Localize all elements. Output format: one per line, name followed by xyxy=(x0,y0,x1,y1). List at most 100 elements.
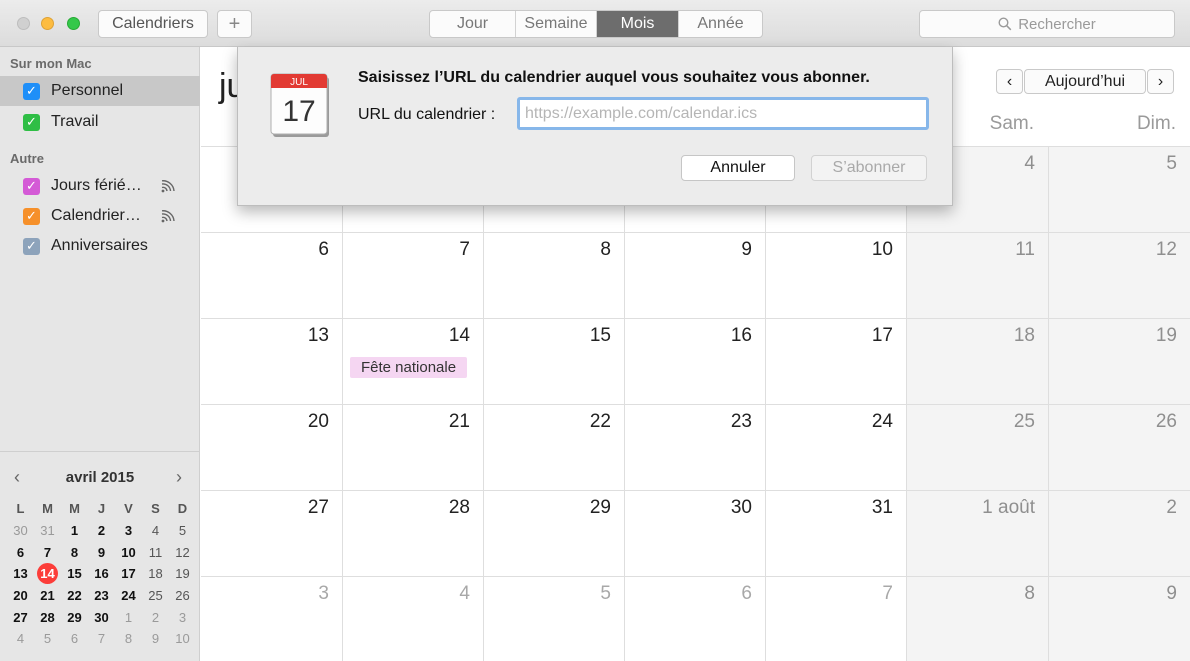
url-input[interactable] xyxy=(517,97,929,130)
mini-calendar-day[interactable]: 27 xyxy=(7,606,34,628)
today-button[interactable]: Aujourd’hui xyxy=(1024,69,1146,94)
mini-calendar-day[interactable]: 15 xyxy=(61,563,88,585)
day-cell[interactable]: 1 août xyxy=(906,491,1048,577)
mini-calendar-day[interactable]: 9 xyxy=(142,628,169,650)
subscribe-button[interactable]: S’abonner xyxy=(811,155,927,181)
mini-calendar-day[interactable]: 4 xyxy=(142,520,169,542)
mini-calendar-day[interactable]: 19 xyxy=(169,563,196,585)
mini-calendar-day[interactable]: 18 xyxy=(142,563,169,585)
mini-calendar-today[interactable]: 14 xyxy=(34,563,61,585)
day-cell[interactable]: 5 xyxy=(483,577,624,661)
day-cell[interactable]: 4 xyxy=(342,577,483,661)
day-cell[interactable]: 23 xyxy=(624,405,765,491)
window-zoom-button[interactable] xyxy=(67,17,80,30)
day-cell[interactable]: 9 xyxy=(1048,577,1190,661)
add-event-button[interactable]: + xyxy=(217,10,252,38)
window-minimize-button[interactable] xyxy=(41,17,54,30)
day-cell[interactable]: 24 xyxy=(765,405,906,491)
mini-calendar-day[interactable]: 2 xyxy=(142,606,169,628)
sidebar-item-anniversaires[interactable]: ✓ Anniversaires xyxy=(0,231,200,261)
day-cell[interactable]: 18 xyxy=(906,319,1048,405)
mini-calendar-day[interactable]: 8 xyxy=(115,628,142,650)
day-cell[interactable]: 20 xyxy=(201,405,342,491)
mini-calendar-day[interactable]: 20 xyxy=(7,585,34,607)
tab-year[interactable]: Année xyxy=(679,11,762,37)
day-cell[interactable]: 7 xyxy=(765,577,906,661)
mini-calendar-day[interactable]: 21 xyxy=(34,585,61,607)
tab-day[interactable]: Jour xyxy=(430,11,516,37)
search-field[interactable]: Rechercher xyxy=(919,10,1175,38)
checkbox-personnel[interactable]: ✓ xyxy=(23,82,40,100)
mini-calendar-day[interactable]: 7 xyxy=(34,541,61,563)
day-cell[interactable]: 19 xyxy=(1048,319,1190,405)
checkbox-jours-feries[interactable]: ✓ xyxy=(23,177,40,195)
mini-calendar-day[interactable]: 17 xyxy=(115,563,142,585)
mini-calendar-day[interactable]: 5 xyxy=(169,520,196,542)
mini-calendar-day[interactable]: 11 xyxy=(142,541,169,563)
day-cell[interactable]: 15 xyxy=(483,319,624,405)
day-cell[interactable]: 11 xyxy=(906,233,1048,319)
day-cell[interactable]: 14 Fête nationale xyxy=(342,319,483,405)
tab-month[interactable]: Mois xyxy=(597,11,679,37)
mini-calendar-day[interactable]: 10 xyxy=(169,628,196,650)
checkbox-travail[interactable]: ✓ xyxy=(23,113,40,131)
next-month-button[interactable]: › xyxy=(1147,69,1174,94)
mini-calendar-day[interactable]: 1 xyxy=(61,520,88,542)
sidebar-item-travail[interactable]: ✓ Travail xyxy=(0,107,200,137)
day-cell[interactable]: 6 xyxy=(201,233,342,319)
mini-calendar-day[interactable]: 12 xyxy=(169,541,196,563)
day-cell[interactable]: 31 xyxy=(765,491,906,577)
day-cell[interactable]: 29 xyxy=(483,491,624,577)
mini-calendar-day[interactable]: 2 xyxy=(88,520,115,542)
mini-calendar-day[interactable]: 4 xyxy=(7,628,34,650)
day-cell[interactable]: 26 xyxy=(1048,405,1190,491)
day-cell[interactable]: 12 xyxy=(1048,233,1190,319)
checkbox-anniversaires[interactable]: ✓ xyxy=(23,237,40,255)
mini-calendar-day[interactable]: 22 xyxy=(61,585,88,607)
cancel-button[interactable]: Annuler xyxy=(681,155,795,181)
day-cell[interactable]: 28 xyxy=(342,491,483,577)
mini-calendar-day[interactable]: 6 xyxy=(7,541,34,563)
event-fete-nationale[interactable]: Fête nationale xyxy=(350,357,468,378)
checkbox-calendrier[interactable]: ✓ xyxy=(23,207,40,225)
mini-calendar-day[interactable]: 13 xyxy=(7,563,34,585)
tab-week[interactable]: Semaine xyxy=(516,11,597,37)
mini-calendar-day[interactable]: 29 xyxy=(61,606,88,628)
day-cell[interactable]: 22 xyxy=(483,405,624,491)
mini-calendar-day[interactable]: 7 xyxy=(88,628,115,650)
mini-calendar-day[interactable]: 26 xyxy=(169,585,196,607)
calendars-button[interactable]: Calendriers xyxy=(98,10,208,38)
mini-calendar-day[interactable]: 1 xyxy=(115,606,142,628)
day-cell[interactable]: 3 xyxy=(201,577,342,661)
mini-calendar-day[interactable]: 9 xyxy=(88,541,115,563)
day-cell[interactable]: 27 xyxy=(201,491,342,577)
mini-calendar-day[interactable]: 16 xyxy=(88,563,115,585)
day-cell[interactable]: 10 xyxy=(765,233,906,319)
mini-calendar-day[interactable]: 10 xyxy=(115,541,142,563)
day-cell[interactable]: 25 xyxy=(906,405,1048,491)
day-cell[interactable]: 6 xyxy=(624,577,765,661)
day-cell[interactable]: 8 xyxy=(906,577,1048,661)
day-cell[interactable]: 21 xyxy=(342,405,483,491)
chevron-left-icon[interactable]: ‹ xyxy=(14,467,20,488)
sidebar-item-calendrier[interactable]: ✓ Calendrier… xyxy=(0,201,200,231)
day-cell[interactable]: 5 xyxy=(1048,147,1190,233)
mini-calendar-day[interactable]: 25 xyxy=(142,585,169,607)
day-cell[interactable]: 8 xyxy=(483,233,624,319)
sidebar-item-personnel[interactable]: ✓ Personnel xyxy=(0,76,200,106)
mini-calendar-day[interactable]: 5 xyxy=(34,628,61,650)
mini-calendar-day[interactable]: 31 xyxy=(34,520,61,542)
day-cell[interactable]: 17 xyxy=(765,319,906,405)
mini-calendar-day[interactable]: 3 xyxy=(115,520,142,542)
mini-calendar-day[interactable]: 28 xyxy=(34,606,61,628)
window-close-button[interactable] xyxy=(17,17,30,30)
previous-month-button[interactable]: ‹ xyxy=(996,69,1023,94)
mini-calendar-day[interactable]: 8 xyxy=(61,541,88,563)
mini-calendar-day[interactable]: 30 xyxy=(7,520,34,542)
mini-calendar-day[interactable]: 23 xyxy=(88,585,115,607)
day-cell[interactable]: 13 xyxy=(201,319,342,405)
mini-calendar-day[interactable]: 6 xyxy=(61,628,88,650)
sidebar-item-jours-feries[interactable]: ✓ Jours férié… xyxy=(0,171,200,201)
mini-calendar-day[interactable]: 30 xyxy=(88,606,115,628)
day-cell[interactable]: 16 xyxy=(624,319,765,405)
